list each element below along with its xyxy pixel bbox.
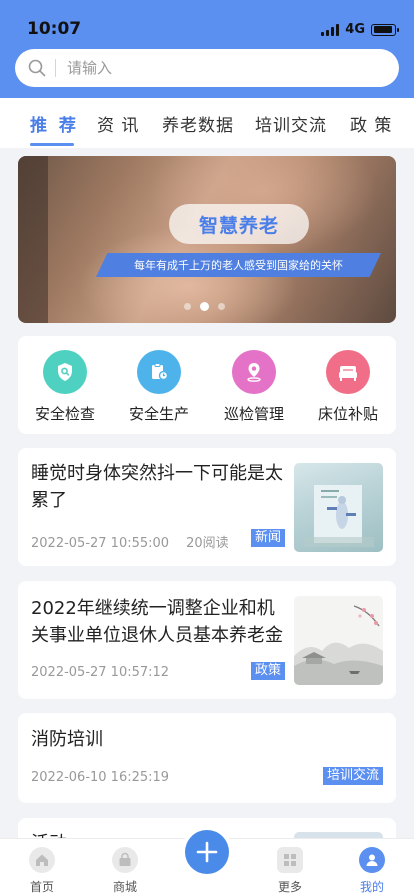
- banner-carousel[interactable]: 智慧养老 每年有成千上万的老人感受到国家给的关怀: [18, 156, 396, 323]
- tab-recommend[interactable]: 推 荐: [30, 111, 79, 136]
- news-reads: 20阅读: [186, 536, 229, 551]
- quick-actions: 安全检查 安全生产 巡检管理 床位补贴: [18, 336, 396, 434]
- quick-action-label: 安全检查: [34, 405, 95, 423]
- tabbar-more[interactable]: 更多: [260, 847, 320, 895]
- banner-title: 智慧养老: [169, 204, 309, 244]
- quick-bed-subsidy[interactable]: 床位补贴: [301, 350, 395, 424]
- tabbar-mine[interactable]: 我的: [342, 847, 402, 895]
- shield-search-icon: [43, 350, 87, 394]
- tabbar-home[interactable]: 首页: [12, 847, 72, 895]
- tabbar-label: 商城: [112, 880, 137, 894]
- network-type: 4G: [345, 22, 365, 37]
- signal-icon: [321, 23, 340, 36]
- news-tag: 培训交流: [323, 767, 384, 785]
- status-bar: 10:07 4G: [0, 0, 414, 44]
- carousel-dot-active[interactable]: [200, 302, 209, 311]
- search-icon: [28, 59, 46, 77]
- news-card[interactable]: 睡觉时身体突然抖一下可能是太累了 2022-05-27 10:55:00 20阅读…: [18, 448, 396, 566]
- header: 10:07 4G: [0, 0, 414, 98]
- news-meta: 2022-05-27 10:55:00 20阅读: [31, 532, 229, 551]
- tab-policy[interactable]: 政 策: [350, 111, 392, 136]
- tabbar-label: 更多: [277, 880, 302, 894]
- user-icon: [359, 847, 385, 873]
- news-date: 2022-05-27 10:57:12: [31, 665, 170, 680]
- quick-action-label: 安全生产: [128, 405, 189, 423]
- news-tag: 新闻: [251, 529, 286, 547]
- location-pin-icon: [232, 350, 276, 394]
- status-time: 10:07: [27, 19, 82, 39]
- news-date: 2022-05-27 10:55:00: [31, 536, 170, 551]
- news-title: 睡觉时身体突然抖一下可能是太累了: [31, 463, 283, 511]
- news-card[interactable]: 2022年继续统一调整企业和机关事业单位退休人员基本养老金 2022-05-27…: [18, 581, 396, 699]
- quick-safety-production[interactable]: 安全生产: [112, 350, 206, 424]
- news-meta: 2022-06-10 16:25:19: [31, 770, 169, 785]
- more-grid-icon: [277, 847, 303, 873]
- tab-news[interactable]: 资 讯: [97, 111, 139, 136]
- news-thumbnail: [294, 463, 383, 552]
- center-add-button[interactable]: [185, 830, 229, 874]
- tabbar-label: 我的: [359, 880, 384, 894]
- quick-action-label: 床位补贴: [317, 405, 378, 423]
- carousel-dot[interactable]: [218, 303, 225, 310]
- quick-safety-check[interactable]: 安全检查: [18, 350, 112, 424]
- quick-action-label: 巡检管理: [223, 405, 284, 423]
- carousel-dots: [184, 302, 225, 311]
- news-card[interactable]: 消防培训 2022-06-10 16:25:19 培训交流: [18, 713, 396, 803]
- category-tabs: 推 荐 资 讯 养老数据 培训交流 政 策: [0, 98, 414, 148]
- safety-production-icon: [137, 350, 181, 394]
- quick-inspection[interactable]: 巡检管理: [207, 350, 301, 424]
- plus-icon: [196, 841, 218, 863]
- tabbar-label: 首页: [29, 880, 54, 894]
- home-icon: [29, 847, 55, 873]
- banner-subtitle: 每年有成千上万的老人感受到国家给的关怀: [96, 253, 381, 277]
- bed-icon: [326, 350, 370, 394]
- active-tab-indicator: [30, 143, 74, 146]
- news-meta: 2022-05-27 10:57:12: [31, 665, 169, 680]
- search-divider: [55, 59, 56, 77]
- tab-elderly-data[interactable]: 养老数据: [162, 111, 234, 136]
- news-thumbnail: [294, 596, 383, 685]
- news-date: 2022-06-10 16:25:19: [31, 770, 170, 785]
- tab-training[interactable]: 培训交流: [255, 111, 327, 136]
- news-title: 2022年继续统一调整企业和机关事业单位退休人员基本养老金: [31, 598, 283, 646]
- tabbar-shop[interactable]: 商城: [95, 847, 155, 895]
- news-tag: 政策: [251, 662, 286, 680]
- status-indicators: 4G: [321, 22, 399, 37]
- search-bar[interactable]: [15, 49, 399, 87]
- search-input[interactable]: [67, 59, 357, 77]
- battery-icon: [371, 23, 399, 36]
- news-title: 消防培训: [31, 729, 103, 750]
- banner-prev-slide-edge: [18, 156, 48, 323]
- carousel-dot[interactable]: [184, 303, 191, 310]
- shop-icon: [112, 847, 138, 873]
